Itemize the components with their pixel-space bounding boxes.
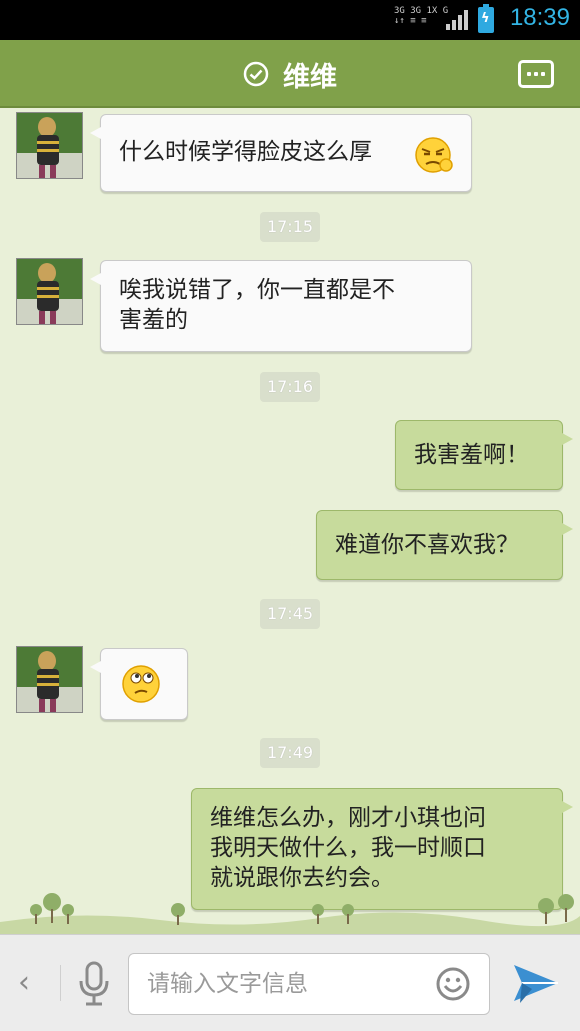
background-scenery: [0, 893, 580, 936]
send-icon[interactable]: [512, 961, 560, 1005]
message-input-container: [128, 953, 490, 1015]
message-bubble-incoming[interactable]: 什么时候学得脸皮这么厚: [90, 114, 472, 192]
timestamp: 17:16: [260, 372, 320, 402]
contact-avatar[interactable]: [16, 258, 83, 325]
contact-avatar[interactable]: [16, 646, 83, 713]
message-text-line: 我明天做什么，我一时顺口: [210, 835, 486, 861]
contact-avatar[interactable]: [16, 112, 83, 179]
network-types: 3G 3G 1X G: [394, 6, 449, 16]
status-bar: 3G 3G 1X G ↓↑ ≡ ≡ ϟ 18:39: [0, 0, 580, 40]
status-clock: 18:39: [509, 4, 570, 31]
message-text-line: 唉我说错了，你一直都是不: [119, 277, 395, 303]
message-bubble-outgoing[interactable]: 我害羞啊！: [395, 420, 573, 490]
timestamp: 17:49: [260, 738, 320, 768]
message-list[interactable]: 什么时候学得脸皮这么厚 17:15 唉我说错了，你一直都是不 害羞的 17:16: [0, 108, 580, 934]
message-text: 难道你不喜欢我？: [335, 532, 519, 558]
thinking-face-icon: [122, 665, 160, 703]
more-icon: [527, 72, 531, 76]
sulky-face-icon: [415, 137, 453, 173]
message-text-line: 就说跟你去约会。: [210, 865, 394, 891]
more-button[interactable]: [518, 60, 554, 88]
message-text-line: 维维怎么办，刚才小琪也问: [210, 805, 486, 831]
network-indicator: 3G 3G 1X G ↓↑ ≡ ≡: [394, 6, 448, 26]
chat-header: 维维: [0, 40, 580, 108]
message-bubble-incoming[interactable]: [90, 648, 188, 720]
timestamp: 17:45: [260, 599, 320, 629]
signal-icon: [446, 10, 468, 30]
avatar-photo: [17, 259, 82, 324]
battery-charging-icon: ϟ: [478, 4, 494, 33]
timestamp: 17:15: [260, 212, 320, 242]
avatar-photo: [17, 113, 82, 178]
chevron-left-icon[interactable]: ‹: [18, 963, 42, 1003]
more-icon-dot: [541, 72, 545, 76]
message-text-line: 害羞的: [119, 307, 188, 333]
message-text: 我害羞啊！: [414, 442, 529, 468]
check-circle-icon: [243, 61, 269, 87]
message-input-bar: ‹: [0, 934, 580, 1031]
network-activity: ↓↑ ≡ ≡: [394, 16, 427, 26]
divider: [60, 965, 61, 1001]
message-bubble-outgoing[interactable]: 难道你不喜欢我？: [316, 510, 573, 580]
message-bubble-incoming[interactable]: 唉我说错了，你一直都是不 害羞的: [90, 260, 472, 352]
microphone-icon[interactable]: [76, 961, 112, 1007]
more-icon-dot: [534, 72, 538, 76]
avatar-photo: [17, 647, 82, 712]
smiley-icon[interactable]: [435, 966, 471, 1002]
message-text: 什么时候学得脸皮这么厚: [119, 139, 372, 165]
message-input[interactable]: [147, 966, 417, 1002]
chat-title: 维维: [283, 61, 337, 93]
